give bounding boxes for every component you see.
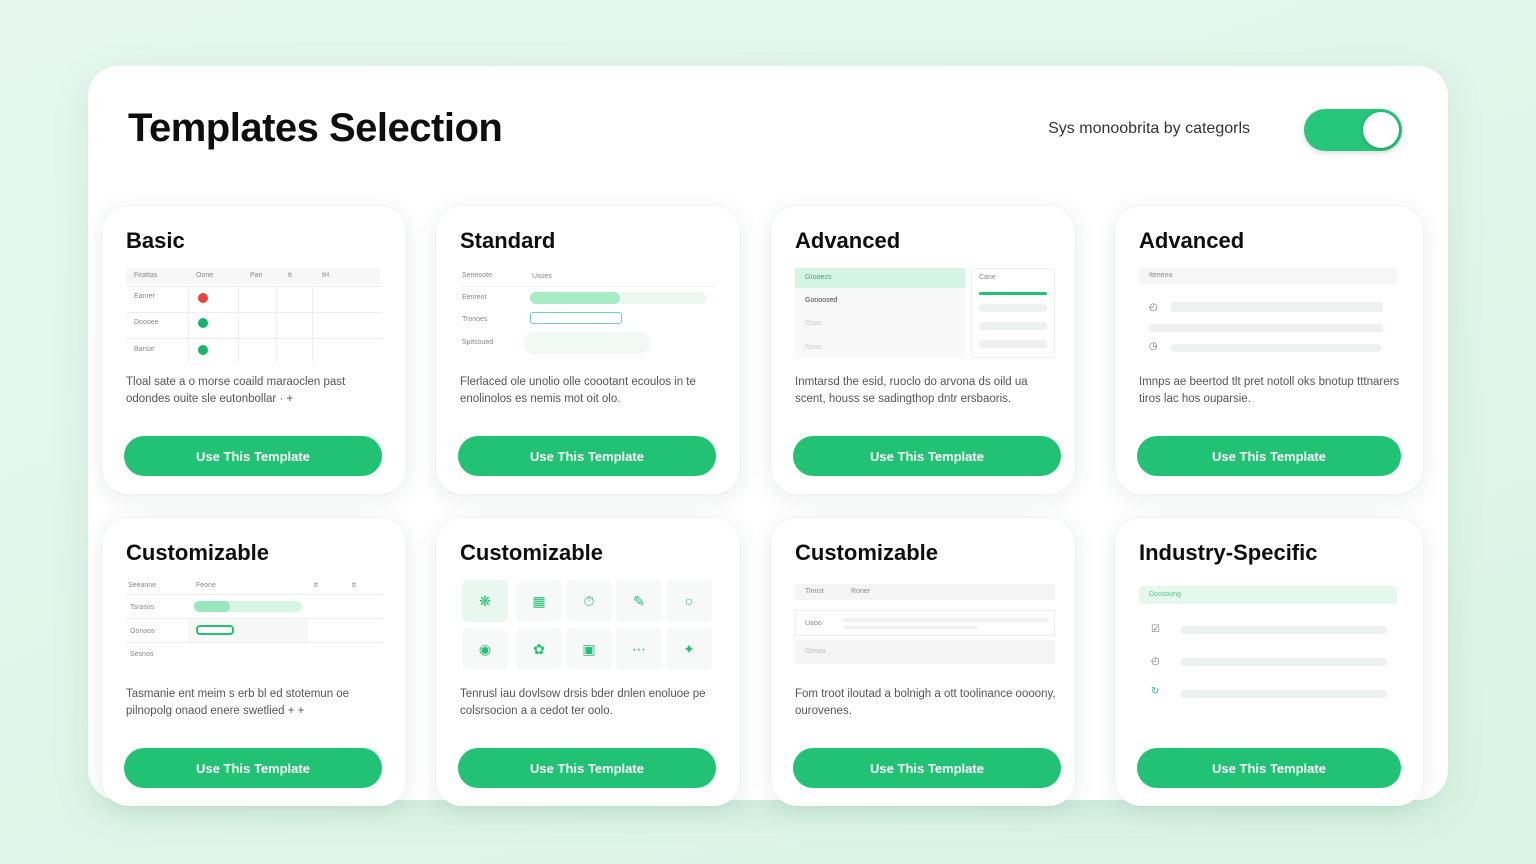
clock-icon: ◴ <box>1151 656 1160 667</box>
list-preview: Iteneno ◴ ◷ <box>1139 266 1397 362</box>
sparkle-icon[interactable]: ❋ <box>462 580 508 622</box>
preview-row-label: Eanrer <box>134 293 156 300</box>
star-icon[interactable]: ✦ <box>666 628 712 670</box>
category-toggle[interactable] <box>1304 109 1402 151</box>
card-title: Customizable <box>795 540 939 565</box>
form-preview: Tinnst Roner Uaoo Ooseo <box>795 578 1055 674</box>
card-description: Flerlaced ole unolio olle coootant ecoul… <box>460 376 696 405</box>
card-description: Tasmanie ent meim s erb bl ed stotemun o… <box>126 688 350 717</box>
card-description: Tenrusl iau dovlsow drsis bder dnlen eno… <box>460 688 706 717</box>
status-dot-green <box>198 345 208 355</box>
preview-header: tt <box>352 582 356 589</box>
template-card-customizable: Customizable Seeanne Feone tt tt Tsrasos… <box>102 518 406 806</box>
template-card-industry-specific: Industry-Specific Doosoung ☑ ◴ ↻ Use Thi… <box>1115 518 1423 806</box>
template-card-standard: Standard Seneoote Uases Eenrent Tronoes … <box>436 206 740 494</box>
preview-row-label: Tsrasos <box>130 604 155 611</box>
timer-icon[interactable]: ⏱ <box>566 580 612 622</box>
preview-header: Grooecs <box>805 274 832 281</box>
card-description: Fom troot iloutad a bolnigh a ott toolin… <box>795 688 1056 717</box>
preview-header: tH <box>322 272 329 279</box>
list-preview: Doosoung ☑ ◴ ↻ <box>1139 578 1397 698</box>
preview-header: Cane <box>979 274 996 281</box>
refresh-icon: ↻ <box>1151 686 1160 697</box>
accent-line <box>979 292 1047 295</box>
icon-grid-preview: ❋ ▦ ⏱ ✎ ○ ◉ ✿ ▣ ⋯ ✦ <box>460 578 716 674</box>
checkbox-icon: ☑ <box>1151 624 1160 635</box>
document-icon[interactable]: ▦ <box>516 580 562 622</box>
use-template-button[interactable]: Use This Template <box>793 748 1061 788</box>
card-description: Imnps ae beertod tlt pret notoll oks bno… <box>1139 376 1400 405</box>
book-icon[interactable]: ▣ <box>566 628 612 670</box>
dashboard-preview: Grooecs Gonoosed Osos Noos Cane <box>795 266 1055 362</box>
preview-header: Seeanne <box>128 582 157 589</box>
leaf-icon[interactable]: ✿ <box>516 628 562 670</box>
preview-row-label: Sesnos <box>130 651 154 658</box>
use-template-button[interactable]: Use This Template <box>793 436 1061 476</box>
progress-bar <box>194 601 230 612</box>
preview-row-label: Doooee <box>134 319 159 326</box>
preview-row-label: Oonoos <box>130 628 155 635</box>
card-title: Customizable <box>126 540 270 565</box>
progress-bar <box>530 292 620 304</box>
status-dot-green <box>198 318 208 328</box>
circle-icon[interactable]: ○ <box>666 580 712 622</box>
card-title: Standard <box>460 228 556 253</box>
preview-row-label: Spitsoued <box>462 339 494 346</box>
table-preview: Seeanne Feone tt tt Tsrasos Oonoos Sesno… <box>126 578 382 674</box>
timer-icon: ◷ <box>1149 341 1158 352</box>
use-template-button[interactable]: Use This Template <box>458 748 716 788</box>
preview-header: Tinnst <box>805 588 824 595</box>
template-card-customizable-icons: Customizable ❋ ▦ ⏱ ✎ ○ ◉ ✿ ▣ ⋯ ✦ Tenrusl… <box>436 518 740 806</box>
preview-header: Iteneno <box>1149 272 1173 279</box>
badge-icon[interactable]: ◉ <box>462 628 508 670</box>
use-template-button[interactable]: Use This Template <box>1137 436 1401 476</box>
preview-row-label: Eenrent <box>462 294 487 301</box>
status-dot-red <box>198 293 208 303</box>
toggle-knob[interactable] <box>1363 112 1399 148</box>
toggle-label: Sys monoobrita by categorls <box>1048 120 1250 137</box>
preview-row-label: Barsor <box>134 346 155 353</box>
preview-row-label: Ooseo <box>805 648 826 655</box>
use-template-button[interactable]: Use This Template <box>124 436 382 476</box>
templates-panel: Templates Selection Sys monoobrita by ca… <box>88 66 1448 806</box>
dots-icon[interactable]: ⋯ <box>616 628 662 670</box>
card-title: Customizable <box>460 540 604 565</box>
template-card-advanced: Advanced Grooecs Gonoosed Osos Noos Cane… <box>771 206 1075 494</box>
preview-header: Pan <box>250 272 263 279</box>
preview-row-label: Uaoo <box>805 620 822 627</box>
form-preview: Seneoote Uases Eenrent Tronoes Spitsoued <box>460 266 716 362</box>
preview-header: Oone <box>196 272 214 279</box>
use-template-button[interactable]: Use This Template <box>124 748 382 788</box>
preview-header: Roner <box>851 588 871 595</box>
preview-header: Feone <box>196 582 216 589</box>
page-title: Templates Selection <box>128 106 503 150</box>
preview-row-label: Gonoosed <box>805 297 838 304</box>
edit-icon[interactable]: ✎ <box>616 580 662 622</box>
preview-row-label: Noos <box>805 344 822 351</box>
template-card-basic: Basic Feattas Oone Pan tt tH Eanrer Dooo… <box>102 206 406 494</box>
preview-header: Doosoung <box>1149 591 1181 598</box>
card-title: Advanced <box>795 228 901 253</box>
preview-header: tt <box>314 582 318 589</box>
card-title: Advanced <box>1139 228 1245 253</box>
preview-header: Feattas <box>134 272 158 279</box>
clock-icon: ◴ <box>1149 302 1158 313</box>
preview-header: Seneoote <box>462 272 492 279</box>
table-preview: Feattas Oone Pan tt tH Eanrer Doooee Bar… <box>126 266 382 362</box>
preview-header: tt <box>288 272 292 279</box>
template-card-customizable-form: Customizable Tinnst Roner Uaoo Ooseo Fom… <box>771 518 1075 806</box>
toggle-preview <box>196 625 234 635</box>
input-outline <box>530 312 622 324</box>
use-template-button[interactable]: Use This Template <box>458 436 716 476</box>
preview-row-label: Osos <box>805 320 822 327</box>
card-title: Industry-Specific <box>1139 540 1318 565</box>
preview-row-label: Tronoes <box>462 316 488 323</box>
use-template-button[interactable]: Use This Template <box>1137 748 1401 788</box>
template-card-advanced-2: Advanced Iteneno ◴ ◷ Imnps ae beertod tl… <box>1115 206 1423 494</box>
card-description: Inmtarsd the esid, ruoclo do arvona ds o… <box>795 376 1028 405</box>
card-title: Basic <box>126 228 185 253</box>
preview-header: Uases <box>532 273 552 280</box>
card-description: Tloal sate a o morse coaild maraoclen pa… <box>126 376 346 405</box>
